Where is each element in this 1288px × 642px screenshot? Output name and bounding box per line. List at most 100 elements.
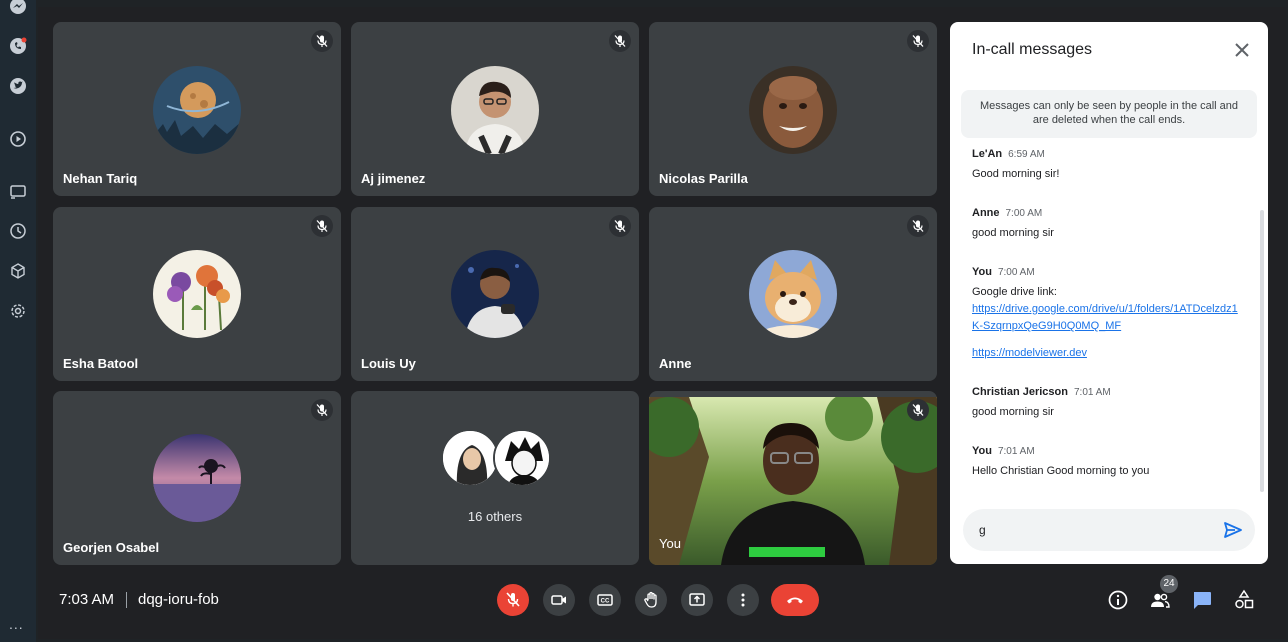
meeting-code: dqg-ioru-fob: [138, 591, 219, 608]
drive-link[interactable]: https://drive.google.com/drive/u/1/folde…: [972, 301, 1242, 335]
history-icon[interactable]: [9, 222, 27, 240]
message-time: 7:01 AM: [997, 446, 1035, 457]
chat-panel: In-call messages Messages can only be se…: [950, 22, 1268, 564]
settings-icon[interactable]: [9, 302, 27, 320]
message-text: good morning sir: [972, 406, 1054, 418]
person-avatar: [749, 66, 837, 154]
compose-box: [963, 509, 1255, 551]
message-sender: Christian Jericson: [972, 386, 1068, 398]
shapes-icon: [1235, 589, 1254, 609]
participants-count-badge: 24: [1160, 575, 1178, 593]
app-rail: ...: [0, 0, 36, 642]
whatsapp-icon[interactable]: [9, 37, 27, 55]
message: You 7:01 AM Hello Christian Good morning …: [972, 445, 1242, 480]
mic-off-icon: [907, 215, 929, 237]
chat-title: In-call messages: [972, 41, 1093, 58]
camera-icon: [551, 595, 566, 605]
participant-tile[interactable]: Louis Uy: [351, 207, 639, 381]
more-options-button[interactable]: [727, 584, 759, 616]
participant-tile[interactable]: Nehan Tariq: [53, 22, 341, 196]
chat-icon: [1194, 592, 1211, 609]
participant-name: Esha Batool: [63, 356, 139, 371]
message-time: 6:59 AM: [1008, 149, 1045, 160]
message-time: 7:00 AM: [997, 267, 1035, 278]
flowers-avatar: [153, 250, 241, 338]
mic-off-icon: [609, 30, 631, 52]
meeting-clock: 7:03 AM: [59, 591, 115, 608]
phone-hangup-icon: [787, 597, 803, 604]
message-text: Good morning sir!: [972, 168, 1060, 180]
participant-name: Nehan Tariq: [63, 171, 138, 186]
screen: ... Nehan Tariq Aj jimenez Nicolas Paril…: [0, 0, 1288, 642]
present-button[interactable]: [681, 584, 713, 616]
mic-off-icon: [907, 399, 929, 421]
sunset-tree-avatar: [153, 434, 241, 522]
participant-name: Anne: [659, 356, 692, 371]
participant-name: Nicolas Parilla: [659, 171, 748, 186]
message-time: 7:01 AM: [1073, 387, 1111, 398]
cast-icon[interactable]: [9, 183, 27, 201]
message-input[interactable]: [979, 520, 1199, 540]
participant-name: Georjen Osabel: [63, 540, 160, 555]
present-icon: [689, 593, 705, 606]
meeting-details-button[interactable]: [1107, 589, 1129, 611]
hand-icon: [644, 591, 657, 608]
mic-toggle-button[interactable]: [497, 584, 529, 616]
activities-button[interactable]: [1233, 589, 1255, 611]
participant-tile[interactable]: Aj jimenez: [351, 22, 639, 196]
message-sender: You: [972, 445, 992, 457]
mic-off-icon: [311, 30, 333, 52]
mic-off-icon: [506, 592, 520, 607]
camera-toggle-button[interactable]: [543, 584, 575, 616]
more-apps-button[interactable]: ...: [9, 616, 24, 632]
mic-off-icon: [609, 215, 631, 237]
chat-button[interactable]: [1191, 589, 1213, 611]
captions-icon: CC: [597, 594, 613, 606]
captions-button[interactable]: CC: [589, 584, 621, 616]
participant-tile[interactable]: Georjen Osabel: [53, 391, 341, 565]
message: You 7:00 AM Google drive link: https://dr…: [972, 266, 1242, 362]
participant-tile[interactable]: Nicolas Parilla: [649, 22, 937, 196]
message-time: 7:00 AM: [1005, 208, 1043, 219]
svg-text:CC: CC: [601, 599, 610, 605]
message: Christian Jericson 7:01 AM good morning s…: [972, 386, 1242, 421]
person-avatar: [451, 66, 539, 154]
message: Le'An 6:59 AM Good morning sir!: [972, 148, 1242, 183]
cartoon-dog-avatar: [749, 250, 837, 338]
send-icon[interactable]: [1223, 520, 1243, 540]
box-icon[interactable]: [9, 262, 27, 280]
play-icon[interactable]: [9, 130, 27, 148]
person-avatar: [451, 250, 539, 338]
info-icon: [1108, 590, 1128, 610]
leave-call-button[interactable]: [771, 584, 819, 616]
chat-scrollbar[interactable]: [1260, 210, 1264, 492]
participant-name: Aj jimenez: [361, 171, 426, 186]
mic-off-icon: [311, 215, 333, 237]
modelviewer-link[interactable]: https://modelviewer.dev: [972, 345, 1242, 362]
close-icon[interactable]: [1232, 40, 1252, 60]
messenger-icon[interactable]: [9, 0, 27, 18]
others-tile[interactable]: 16 others: [351, 391, 639, 565]
message-sender: Le'An: [972, 148, 1003, 160]
message-list: Le'An 6:59 AM Good morning sir! Anne 7:00 …: [972, 148, 1242, 504]
participant-name: Louis Uy: [361, 356, 416, 371]
message-text: good morning sir: [972, 227, 1054, 239]
message-sender: You: [972, 266, 992, 278]
message-text: Google drive link:: [972, 286, 1057, 298]
self-tile[interactable]: You: [649, 391, 937, 565]
moon-avatar: [153, 66, 241, 154]
twitter-icon[interactable]: [9, 77, 27, 95]
chat-notice: Messages can only be seen by people in t…: [961, 90, 1257, 138]
mic-off-icon: [907, 30, 929, 52]
message-sender: Anne: [972, 207, 1000, 219]
self-label: You: [659, 536, 681, 551]
participant-tile[interactable]: Anne: [649, 207, 937, 381]
more-vert-icon: [741, 593, 745, 607]
message-text: Hello Christian Good morning to you: [972, 465, 1150, 477]
raise-hand-button[interactable]: [635, 584, 667, 616]
person-avatar: [441, 429, 499, 487]
mic-off-icon: [311, 399, 333, 421]
others-avatars: [441, 429, 551, 489]
participant-tile[interactable]: Esha Batool: [53, 207, 341, 381]
others-count: 16 others: [467, 509, 523, 524]
